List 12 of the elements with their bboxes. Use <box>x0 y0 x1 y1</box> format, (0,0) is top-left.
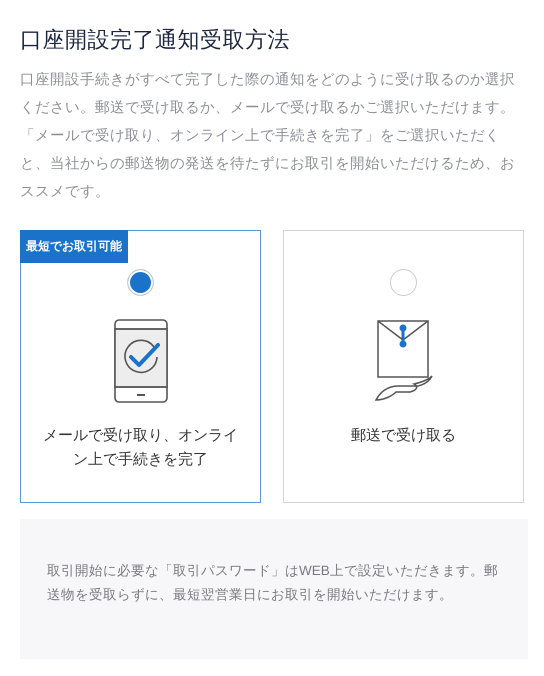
phone-check-icon <box>114 319 168 403</box>
envelope-hand-icon <box>374 320 434 402</box>
badge: 最短でお取引可能 <box>20 230 128 263</box>
radio-button[interactable] <box>127 269 154 296</box>
option-card[interactable]: 郵送で受け取る <box>283 230 524 503</box>
page-title: 口座開設完了通知受取方法 <box>20 26 291 54</box>
option-label: メールで受け取り、オンライン上で手続きを完了 <box>42 426 239 470</box>
radio-button[interactable] <box>390 269 417 296</box>
note-text: 取引開始に必要な「取引パスワード」はWEB上で設定いただきます。郵送物を受取らずに、最短翌営業日にお取引を開始いただけます。 <box>47 562 499 604</box>
option-card[interactable]: 最短でお取引可能 メールで受け取り、オンライン上で手続きを完了 <box>20 230 261 503</box>
option-label: 郵送で受け取る <box>350 426 457 446</box>
description-text: 口座開設手続きがすべて完了した際の通知をどのように受け取るのか選択ください。郵送で受け取るか、メールで受け取るかご選択いただけます。「メールで受け取り、オンライン上で手続きを完了」をご選択いただくと、当社からの郵送物の発送を待たずにお取引を開始いただけるため、おススメです。 <box>20 70 516 202</box>
